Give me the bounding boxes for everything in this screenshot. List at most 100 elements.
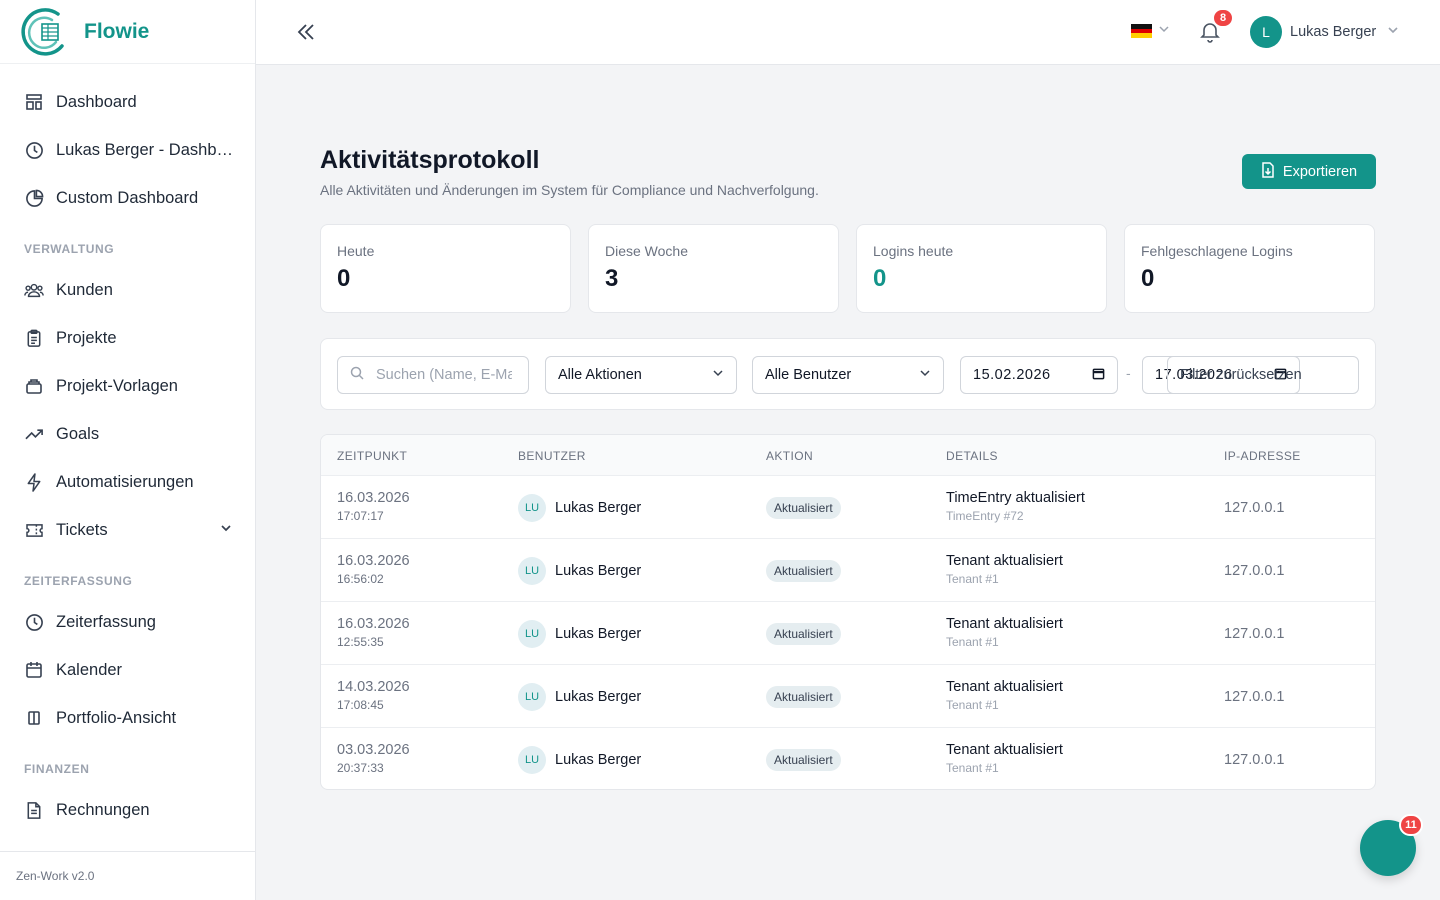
sidebar-item-label: Kalender: [56, 660, 123, 679]
stats-row: Heute 0 Diese Woche 3 Logins heute 0 Feh…: [320, 224, 1375, 313]
chevron-down-icon: [1158, 22, 1170, 40]
row-details: Tenant aktualisiert: [946, 616, 1063, 632]
user-menu[interactable]: L Lukas Berger: [1250, 16, 1400, 48]
table-row[interactable]: 14.03.2026 17:08:45 LU Lukas Berger Aktu…: [321, 664, 1375, 727]
row-date: 16.03.2026: [337, 490, 410, 506]
row-details: Tenant aktualisiert: [946, 679, 1063, 695]
sidebar-item-label: Portfolio-Ansicht: [56, 708, 177, 727]
search-icon: [350, 366, 364, 384]
row-ip: 127.0.0.1: [1224, 500, 1285, 516]
section-title-verwaltung: VERWALTUNG: [24, 242, 115, 256]
stat-label: Diese Woche: [605, 243, 689, 259]
table-row[interactable]: 16.03.2026 16:56:02 LU Lukas Berger Aktu…: [321, 538, 1375, 601]
action-select-value: Alle Aktionen: [558, 367, 642, 383]
sidebar-item-automatisierungen[interactable]: Automatisierungen: [0, 458, 255, 506]
row-user-name: Lukas Berger: [555, 752, 642, 768]
sidebar-item-user-dashboard[interactable]: Lukas Berger - Dashboard: [0, 126, 255, 174]
avatar: LU: [518, 557, 546, 585]
user-name: Lukas Berger: [1290, 24, 1377, 40]
stat-card-failed-logins: Fehlgeschlagene Logins 0: [1124, 224, 1375, 313]
sidebar-item-kunden[interactable]: Kunden: [0, 266, 255, 314]
sidebar-item-label: Projekt-Vorlagen: [56, 376, 178, 395]
row-details-sub: Tenant #1: [946, 635, 999, 649]
sidebar-item-label: Projekte: [56, 328, 117, 347]
avatar: LU: [518, 494, 546, 522]
search-input[interactable]: Suchen (Name, E-Mail...): [337, 356, 529, 394]
row-user: LU Lukas Berger: [518, 494, 641, 522]
stat-card-today: Heute 0: [320, 224, 571, 313]
user-select[interactable]: Alle Benutzer: [752, 356, 944, 394]
language-selector[interactable]: [1131, 22, 1170, 40]
row-user: LU Lukas Berger: [518, 557, 641, 585]
row-details: Tenant aktualisiert: [946, 553, 1063, 569]
filter-bar: Suchen (Name, E-Mail...) Alle Aktionen A…: [320, 338, 1376, 410]
clock-icon: [24, 140, 44, 160]
search-placeholder: Suchen (Name, E-Mail...): [376, 367, 512, 383]
brand[interactable]: Flowie: [0, 0, 255, 64]
reset-filters-label: Filter zurücksetzen: [1180, 367, 1302, 383]
action-select[interactable]: Alle Aktionen: [545, 356, 737, 394]
sidebar-item-portfolio[interactable]: Portfolio-Ansicht: [0, 694, 255, 742]
column-header-timestamp[interactable]: ZEITPUNKT: [337, 449, 407, 463]
sidebar-item-tickets[interactable]: Tickets: [0, 506, 255, 554]
sidebar-item-rechnungen[interactable]: Rechnungen: [0, 786, 255, 834]
page-subtitle: Alle Aktivitäten und Änderungen im Syste…: [320, 182, 819, 198]
sidebar-item-dashboard[interactable]: Dashboard: [0, 78, 255, 126]
clock-icon: [24, 612, 44, 632]
export-button[interactable]: Exportieren: [1242, 154, 1376, 189]
date-from-input[interactable]: 15.02.2026: [960, 356, 1118, 394]
row-time: 12:55:35: [337, 635, 384, 649]
pie-chart-icon: [24, 188, 44, 208]
table-row[interactable]: 03.03.2026 20:37:33 LU Lukas Berger Aktu…: [321, 727, 1375, 789]
sidebar-item-label: Rechnungen: [56, 800, 150, 819]
columns-icon: [24, 708, 44, 728]
sidebar-item-goals[interactable]: Goals: [0, 410, 255, 458]
date-from-value: 15.02.2026: [973, 367, 1051, 383]
sidebar-item-label: Lukas Berger - Dashboard: [56, 140, 233, 159]
column-header-user[interactable]: BENUTZER: [518, 449, 586, 463]
avatar: LU: [518, 620, 546, 648]
brand-name: Flowie: [84, 19, 150, 43]
calendar-icon[interactable]: [1092, 367, 1105, 384]
reset-filters-button[interactable]: Filter zurücksetzen: [1167, 356, 1359, 394]
row-date: 14.03.2026: [337, 679, 410, 695]
collapse-sidebar-icon[interactable]: [294, 20, 318, 44]
row-user-name: Lukas Berger: [555, 689, 642, 705]
avatar: LU: [518, 746, 546, 774]
app-version: Zen-Work v2.0: [0, 851, 255, 900]
row-ip: 127.0.0.1: [1224, 626, 1285, 642]
flowie-logo-icon: [21, 7, 64, 56]
status-badge: Aktualisiert: [766, 749, 841, 771]
page-title: Aktivitätsprotokoll: [320, 146, 540, 174]
file-export-icon: [1261, 161, 1275, 182]
avatar: LU: [518, 683, 546, 711]
chevron-down-icon[interactable]: [219, 521, 233, 540]
sidebar: Flowie Dashboard Lukas Berger - Dashboar…: [0, 0, 256, 900]
fab-count-badge: 11: [1399, 814, 1423, 836]
row-user: LU Lukas Berger: [518, 746, 641, 774]
sidebar-item-label: Tickets: [56, 520, 108, 539]
sidebar-item-projekt-vorlagen[interactable]: Projekt-Vorlagen: [0, 362, 255, 410]
sidebar-item-kalender[interactable]: Kalender: [0, 646, 255, 694]
table-row[interactable]: 16.03.2026 17:07:17 LU Lukas Berger Aktu…: [321, 475, 1375, 538]
row-user: LU Lukas Berger: [518, 683, 641, 711]
sidebar-item-label: Goals: [56, 424, 100, 443]
activity-table: ZEITPUNKT BENUTZER AKTION DETAILS IP-ADR…: [320, 434, 1376, 790]
avatar: L: [1250, 16, 1282, 48]
row-details: Tenant aktualisiert: [946, 742, 1063, 758]
lightning-icon: [24, 472, 44, 492]
stat-label: Fehlgeschlagene Logins: [1141, 243, 1293, 259]
row-details-sub: Tenant #1: [946, 761, 999, 775]
sidebar-item-custom-dashboard[interactable]: Custom Dashboard: [0, 174, 255, 222]
row-time: 17:07:17: [337, 509, 384, 523]
sidebar-item-projekte[interactable]: Projekte: [0, 314, 255, 362]
row-date: 16.03.2026: [337, 553, 410, 569]
column-header-action[interactable]: AKTION: [766, 449, 813, 463]
table-row[interactable]: 16.03.2026 12:55:35 LU Lukas Berger Aktu…: [321, 601, 1375, 664]
stat-value: 3: [605, 265, 619, 292]
sidebar-item-zeiterfassung[interactable]: Zeiterfassung: [0, 598, 255, 646]
stat-value: 0: [1141, 265, 1155, 292]
column-header-details[interactable]: DETAILS: [946, 449, 998, 463]
column-header-ip[interactable]: IP-ADRESSE: [1224, 449, 1301, 463]
row-details-sub: Tenant #1: [946, 698, 999, 712]
